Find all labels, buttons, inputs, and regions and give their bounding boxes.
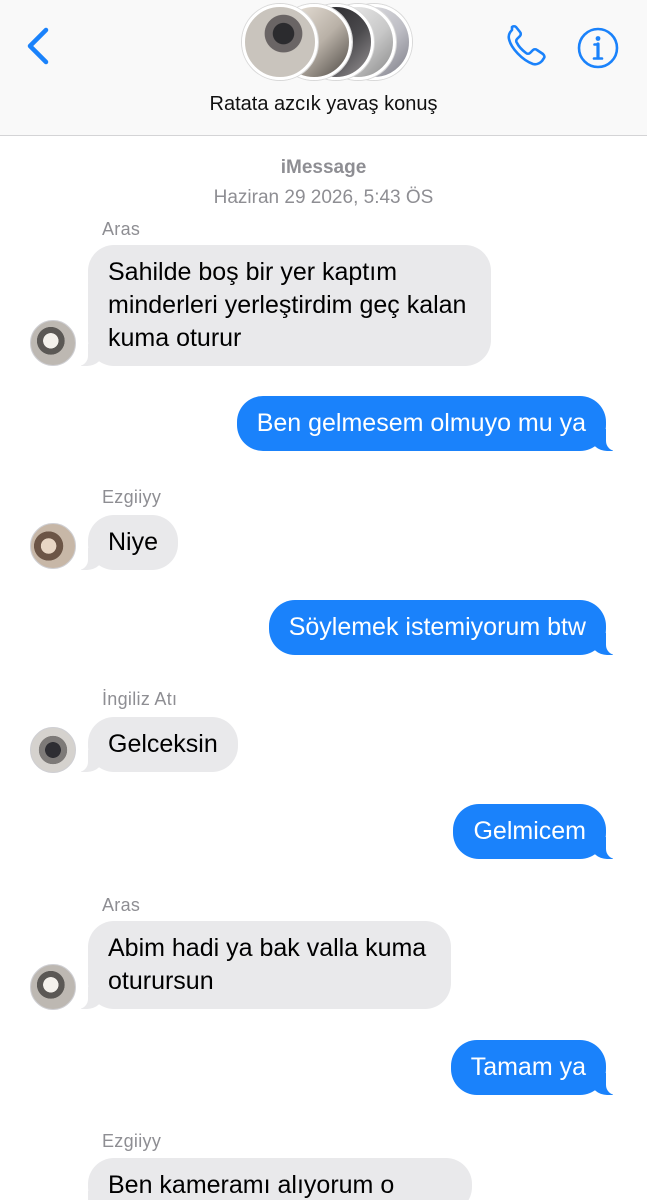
message-bubble-outgoing[interactable]: Söylemek istemiyorum btw (268, 600, 619, 655)
sender-name: Aras (102, 219, 141, 239)
service-label: iMessage (280, 157, 367, 178)
info-button[interactable] (576, 26, 620, 70)
phone-icon (507, 24, 546, 66)
avatar (242, 4, 318, 80)
message-bubble-incoming[interactable]: Gelceksin (76, 717, 238, 772)
avatar[interactable] (30, 727, 76, 773)
message-thread[interactable]: iMessage Haziran 29 2026, 5:43 ÖS Aras S… (0, 137, 647, 1200)
sender-name: Aras (102, 895, 141, 915)
back-button[interactable] (22, 26, 56, 66)
timestamp: Haziran 29 2026, 5:43 ÖS (213, 187, 434, 208)
sender-name: İngiliz Atı (102, 689, 178, 709)
message-bubble-incoming[interactable]: Sahilde boş bir yer kaptım minderleri ye… (76, 245, 491, 366)
avatar[interactable] (30, 964, 76, 1010)
avatar[interactable] (30, 320, 76, 366)
message-bubble-incoming[interactable]: Niye (75, 515, 179, 570)
message-bubble-outgoing[interactable]: Ben gelmesem olmuyo mu ya (236, 396, 619, 451)
conversation-header: Ratata azcık yavaş konuş (0, 0, 647, 136)
sender-name: Ezgiiyy (102, 1131, 162, 1151)
group-name[interactable]: Ratata azcık yavaş konuş (0, 93, 647, 116)
message-bubble-outgoing[interactable]: Tamam ya (450, 1040, 619, 1095)
message-bubble-incoming[interactable]: Ben kameramı alıyorum o (76, 1158, 472, 1200)
group-avatar-stack[interactable] (236, 4, 412, 84)
message-bubble-incoming[interactable]: Abim hadi ya bak valla kuma oturursun (76, 921, 451, 1009)
avatar[interactable] (30, 523, 76, 569)
chevron-left-icon (27, 27, 49, 65)
info-icon (577, 27, 619, 69)
sender-name: Ezgiiyy (102, 487, 162, 507)
call-button[interactable] (502, 24, 550, 70)
message-bubble-outgoing[interactable]: Gelmicem (453, 804, 618, 859)
